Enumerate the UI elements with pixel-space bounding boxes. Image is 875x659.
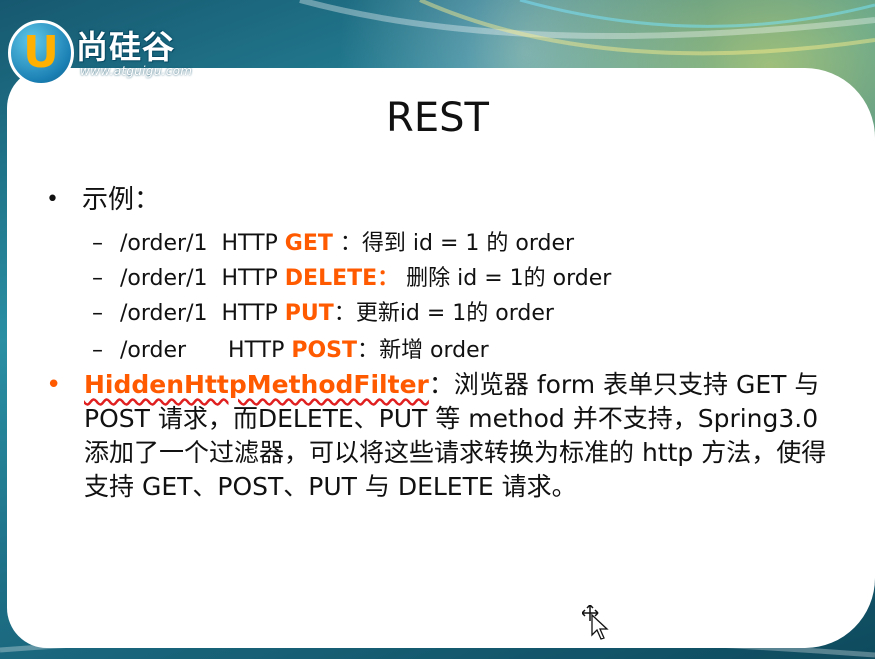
example-heading: 示例：	[82, 185, 161, 215]
example-item: –/order/1 HTTP GET ：得到 id = 1 的 order	[92, 231, 575, 256]
logo-name: 尚硅谷	[76, 28, 176, 66]
bullet-dot: •	[46, 187, 59, 212]
example-item: –/order HTTP POST：新增 order	[92, 338, 489, 363]
http-method: DELETE：	[284, 266, 400, 291]
http-method: POST	[291, 338, 358, 363]
http-method: GET	[284, 231, 333, 256]
move-cursor-icon	[582, 605, 609, 640]
example-item: –/order/1 HTTP DELETE： 删除 id = 1的 order	[92, 266, 612, 291]
filter-bullet-dot: •	[46, 370, 62, 400]
http-method: PUT	[284, 301, 334, 326]
logo-letter: U	[23, 27, 59, 78]
logo-url: www.atguigu.com	[80, 64, 193, 78]
filter-paragraph: HiddenHttpMethodFilter：浏览器 form 表单只支持 GE…	[84, 368, 834, 504]
example-item: –/order/1 HTTP PUT：更新id = 1的 order	[92, 301, 554, 326]
atguigu-logo: U 尚硅谷 www.atguigu.com	[8, 18, 223, 86]
filter-name: HiddenHttpMethodFilter	[84, 370, 429, 399]
slide-title: REST	[386, 95, 489, 141]
